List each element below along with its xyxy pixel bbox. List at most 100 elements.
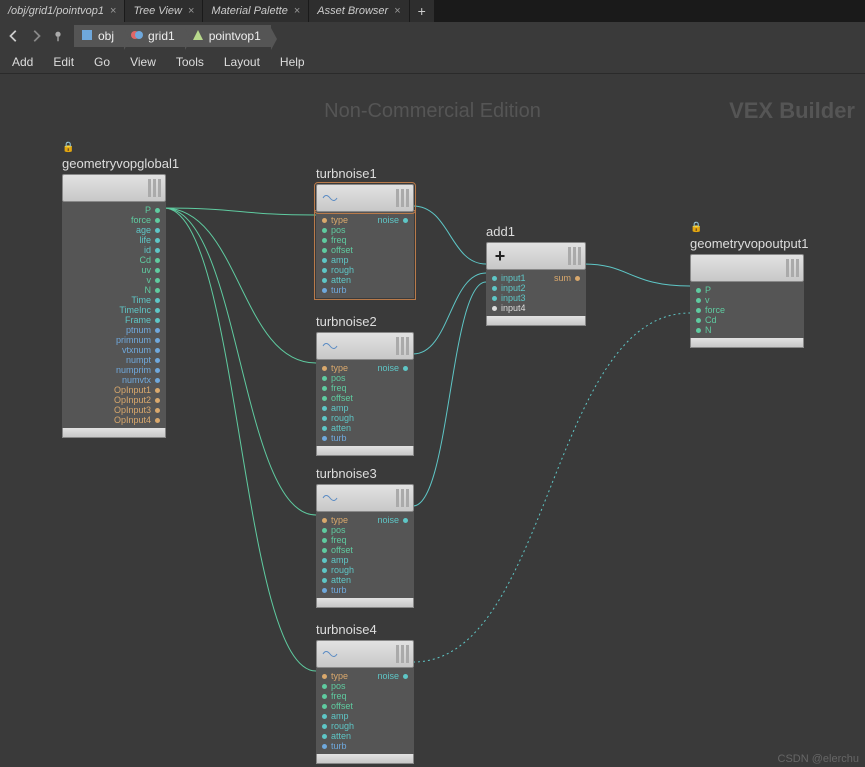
node-turbnoise1[interactable]: turbnoise1 typeposfreqoffsetamproughatte… — [316, 166, 414, 298]
port-rough[interactable]: rough — [322, 565, 372, 575]
port-type[interactable]: type — [322, 363, 372, 373]
port-numpt[interactable]: numpt — [68, 355, 160, 365]
pin-icon[interactable] — [48, 26, 68, 46]
port-offset[interactable]: offset — [322, 245, 372, 255]
node-turbnoise3[interactable]: turbnoise3 typeposfreqoffsetamproughatte… — [316, 466, 414, 608]
port-primnum[interactable]: primnum — [68, 335, 160, 345]
port-type[interactable]: type — [322, 215, 372, 225]
port-v[interactable]: v — [68, 275, 160, 285]
crumb-obj[interactable]: obj — [74, 28, 124, 45]
port-atten[interactable]: atten — [322, 275, 372, 285]
tab-asset-browser[interactable]: Asset Browser× — [309, 0, 408, 22]
port-offset[interactable]: offset — [322, 545, 372, 555]
node-header[interactable] — [316, 332, 414, 360]
port-atten[interactable]: atten — [322, 575, 372, 585]
menu-layout[interactable]: Layout — [224, 55, 260, 69]
port-force[interactable]: force — [68, 215, 160, 225]
port-freq[interactable]: freq — [322, 535, 372, 545]
crumb-grid1[interactable]: grid1 — [124, 28, 185, 45]
node-header[interactable] — [62, 174, 166, 202]
port-P[interactable]: P — [68, 205, 160, 215]
port-rough[interactable]: rough — [322, 265, 372, 275]
forward-icon[interactable] — [26, 26, 46, 46]
menu-view[interactable]: View — [130, 55, 156, 69]
node-geometryvopoutput1[interactable]: 🔒 geometryvopoutput1 PvforceCdN — [690, 236, 804, 348]
port-rough[interactable]: rough — [322, 413, 372, 423]
port-Frame[interactable]: Frame — [68, 315, 160, 325]
node-turbnoise2[interactable]: turbnoise2 typeposfreqoffsetamproughatte… — [316, 314, 414, 456]
node-header[interactable]: + — [486, 242, 586, 270]
port-N[interactable]: N — [696, 325, 798, 335]
port-pos[interactable]: pos — [322, 525, 372, 535]
port-vtxnum[interactable]: vtxnum — [68, 345, 160, 355]
port-age[interactable]: age — [68, 225, 160, 235]
node-header[interactable] — [316, 184, 414, 212]
port-amp[interactable]: amp — [322, 403, 372, 413]
port-life[interactable]: life — [68, 235, 160, 245]
close-icon[interactable]: × — [394, 5, 400, 17]
port-turb[interactable]: turb — [322, 433, 372, 443]
menu-edit[interactable]: Edit — [53, 55, 74, 69]
port-atten[interactable]: atten — [322, 423, 372, 433]
close-icon[interactable]: × — [294, 5, 300, 17]
port-rough[interactable]: rough — [322, 721, 372, 731]
port-amp[interactable]: amp — [322, 555, 372, 565]
port-offset[interactable]: offset — [322, 393, 372, 403]
port-OpInput2[interactable]: OpInput2 — [68, 395, 160, 405]
port-OpInput1[interactable]: OpInput1 — [68, 385, 160, 395]
node-add1[interactable]: add1 + input1input2input3input4 sum — [486, 224, 586, 326]
port-input2[interactable]: input2 — [492, 283, 546, 293]
port-turb[interactable]: turb — [322, 585, 372, 595]
port-input4[interactable]: input4 — [492, 303, 546, 313]
node-header[interactable] — [316, 640, 414, 668]
port-offset[interactable]: offset — [322, 701, 372, 711]
menu-tools[interactable]: Tools — [176, 55, 204, 69]
port-Cd[interactable]: Cd — [68, 255, 160, 265]
menu-add[interactable]: Add — [12, 55, 33, 69]
port-amp[interactable]: amp — [322, 255, 372, 265]
port-type[interactable]: type — [322, 671, 372, 681]
tab-pointvop1[interactable]: /obj/grid1/pointvop1× — [0, 0, 124, 22]
port-amp[interactable]: amp — [322, 711, 372, 721]
port-uv[interactable]: uv — [68, 265, 160, 275]
node-canvas[interactable]: Non-Commercial Edition VEX Builder CSDN … — [0, 76, 865, 767]
port-atten[interactable]: atten — [322, 731, 372, 741]
port-noise[interactable]: noise — [372, 515, 408, 525]
port-input3[interactable]: input3 — [492, 293, 546, 303]
port-force[interactable]: force — [696, 305, 798, 315]
port-numprim[interactable]: numprim — [68, 365, 160, 375]
port-input1[interactable]: input1 — [492, 273, 546, 283]
port-turb[interactable]: turb — [322, 285, 372, 295]
port-sum[interactable]: sum — [546, 273, 580, 283]
port-TimeInc[interactable]: TimeInc — [68, 305, 160, 315]
port-P[interactable]: P — [696, 285, 798, 295]
port-OpInput3[interactable]: OpInput3 — [68, 405, 160, 415]
tab-add[interactable]: + — [410, 0, 434, 22]
node-header[interactable] — [316, 484, 414, 512]
node-header[interactable] — [690, 254, 804, 282]
port-freq[interactable]: freq — [322, 383, 372, 393]
port-Cd[interactable]: Cd — [696, 315, 798, 325]
port-freq[interactable]: freq — [322, 235, 372, 245]
port-id[interactable]: id — [68, 245, 160, 255]
tab-tree-view[interactable]: Tree View× — [125, 0, 202, 22]
port-Time[interactable]: Time — [68, 295, 160, 305]
port-OpInput4[interactable]: OpInput4 — [68, 415, 160, 425]
port-turb[interactable]: turb — [322, 741, 372, 751]
close-icon[interactable]: × — [188, 5, 194, 17]
node-geometryvopglobal1[interactable]: 🔒 geometryvopglobal1 PforceagelifeidCduv… — [62, 156, 166, 438]
port-pos[interactable]: pos — [322, 681, 372, 691]
port-noise[interactable]: noise — [372, 671, 408, 681]
crumb-pointvop1[interactable]: pointvop1 — [185, 28, 271, 45]
port-noise[interactable]: noise — [372, 215, 408, 225]
port-ptnum[interactable]: ptnum — [68, 325, 160, 335]
menu-help[interactable]: Help — [280, 55, 305, 69]
port-type[interactable]: type — [322, 515, 372, 525]
back-icon[interactable] — [4, 26, 24, 46]
port-freq[interactable]: freq — [322, 691, 372, 701]
port-numvtx[interactable]: numvtx — [68, 375, 160, 385]
tab-material-palette[interactable]: Material Palette× — [203, 0, 308, 22]
menu-go[interactable]: Go — [94, 55, 110, 69]
port-v[interactable]: v — [696, 295, 798, 305]
port-pos[interactable]: pos — [322, 225, 372, 235]
